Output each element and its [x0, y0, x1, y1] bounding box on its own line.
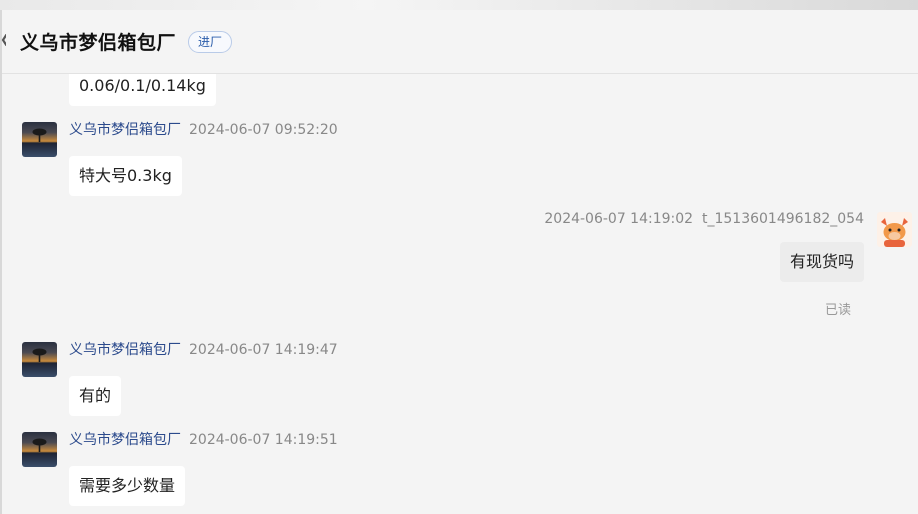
tree-icon: [32, 348, 47, 362]
message-meta: 义乌市梦侣箱包厂 2024-06-07 09:52:20: [69, 121, 338, 139]
tree-icon: [32, 438, 47, 452]
sender-name: t_1513601496182_054: [701, 211, 864, 227]
message-time: 2024-06-07 14:19:02: [544, 211, 694, 227]
cartoon-icon: [881, 218, 908, 247]
message-bubble: 0.06/0.1/0.14kg: [69, 74, 216, 106]
sender-name[interactable]: 义乌市梦侣箱包厂: [69, 432, 181, 448]
message-time: 2024-06-07 09:52:20: [189, 122, 338, 138]
shop-avatar[interactable]: [22, 342, 57, 377]
chat-header: ❮ 义乌市梦侣箱包厂 进厂: [0, 10, 918, 74]
message-meta: 义乌市梦侣箱包厂 2024-06-07 14:19:47: [69, 341, 338, 359]
shop-avatar[interactable]: [22, 122, 57, 157]
tree-icon: [32, 128, 47, 142]
sender-name[interactable]: 义乌市梦侣箱包厂: [69, 342, 181, 358]
message-bubble: 有的: [69, 376, 122, 416]
chat-title: 义乌市梦侣箱包厂: [20, 32, 177, 54]
message-meta: 义乌市梦侣箱包厂 2024-06-07 14:19:51: [69, 431, 338, 449]
window-top-strip: [0, 0, 918, 10]
message-bubble: 有现货吗: [779, 242, 864, 282]
shop-avatar[interactable]: [22, 432, 57, 467]
message-bubble: 需要多少数量: [69, 466, 186, 506]
message-time: 2024-06-07 14:19:47: [189, 342, 338, 358]
user-avatar[interactable]: [877, 212, 912, 247]
factory-badge[interactable]: 进厂: [188, 30, 233, 53]
read-status: 已读: [825, 303, 852, 318]
message-meta: 2024-06-07 14:19:02 t_1513601496182_054: [544, 211, 864, 227]
message-bubble: 特大号0.3kg: [69, 156, 182, 196]
message-list[interactable]: 0.06/0.1/0.14kg 义乌市梦侣箱包厂 2024-06-07 09:52…: [2, 74, 918, 514]
chevron-left-icon[interactable]: ❮: [0, 32, 6, 46]
sender-name[interactable]: 义乌市梦侣箱包厂: [69, 122, 181, 138]
message-time: 2024-06-07 14:19:51: [189, 432, 338, 448]
